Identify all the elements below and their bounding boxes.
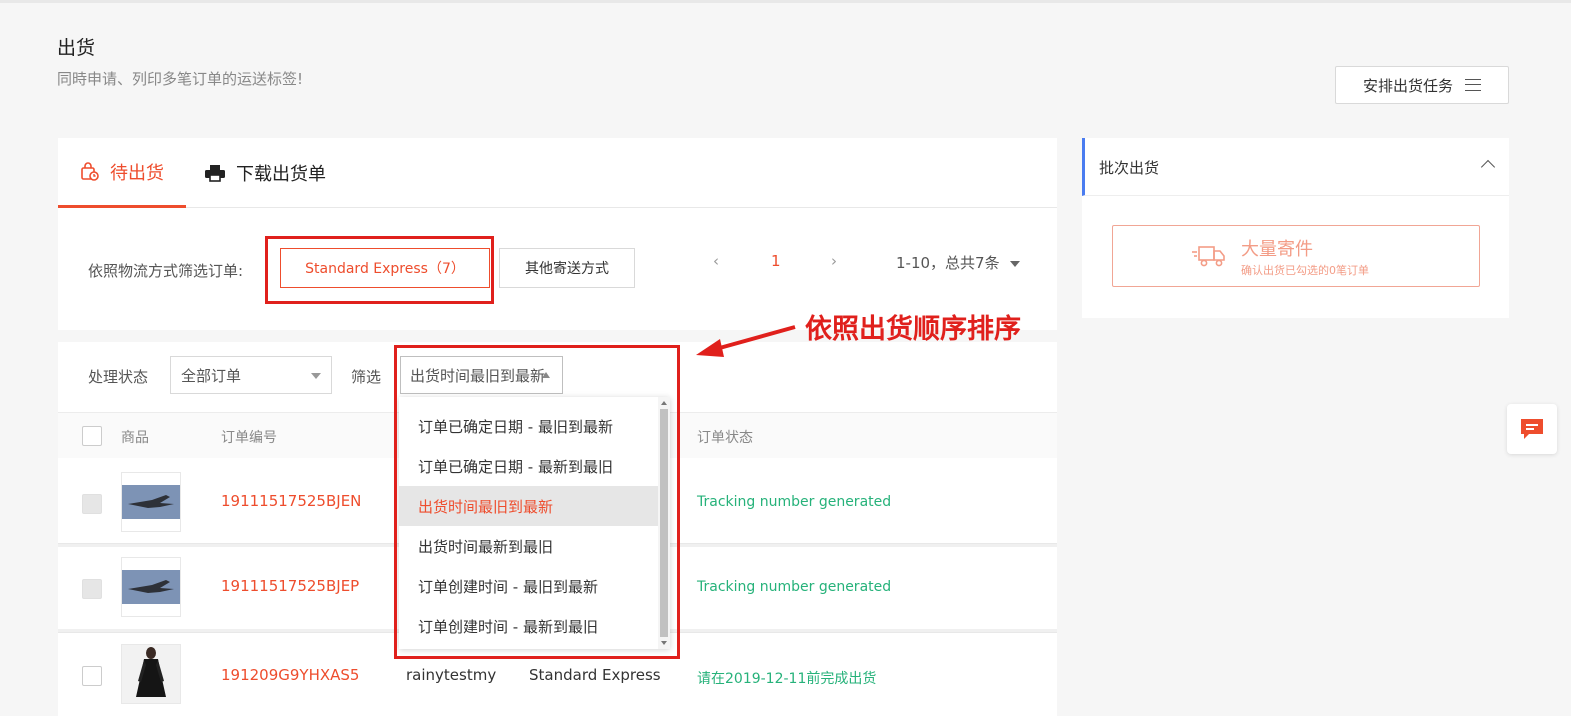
carrier-other-button[interactable]: 其他寄送方式 — [499, 248, 635, 288]
page-subtitle: 同時申请、列印多笔订单的运送标签! — [57, 70, 304, 88]
chat-icon — [1521, 419, 1543, 439]
truck-icon — [1192, 246, 1225, 267]
shipping-method: Standard Express — [529, 666, 661, 684]
carrier-filter-label: 依照物流方式筛选订单: — [88, 262, 244, 280]
tab-to-ship[interactable]: 待出货 — [58, 138, 186, 208]
status-filter-label: 处理状态 — [88, 368, 149, 386]
highlight-box-sort — [394, 345, 680, 659]
order-status: Tracking number generated — [697, 579, 892, 595]
batch-shipment-panel: 批次出货 大量寄件 确认出货已勾选的0笔订单 — [1082, 138, 1509, 318]
product-thumbnail[interactable] — [121, 557, 181, 617]
row-checkbox[interactable] — [82, 666, 102, 686]
batch-shipment-header[interactable]: 批次出货 — [1082, 138, 1509, 196]
select-all-checkbox[interactable] — [82, 426, 102, 446]
bulk-ship-button[interactable]: 大量寄件 确认出货已勾选的0笔订单 — [1112, 225, 1480, 287]
column-product: 商品 — [121, 430, 149, 446]
menu-icon — [1465, 79, 1481, 91]
top-border — [0, 0, 1571, 3]
airplane-image — [122, 570, 180, 604]
caret-down-icon — [311, 373, 321, 379]
arrange-shipment-button[interactable]: 安排出货任务 — [1335, 66, 1509, 104]
buyer-name: rainytestmy — [406, 666, 497, 684]
arrange-shipment-label: 安排出货任务 — [1362, 76, 1453, 95]
order-id-link[interactable]: 19111517525BJEN — [221, 492, 361, 510]
status-filter-value: 全部订单 — [181, 366, 242, 385]
pagination-range-label: 1-10，总共7条 — [896, 254, 1000, 272]
chat-button[interactable] — [1507, 404, 1557, 454]
bulk-ship-title: 大量寄件 — [1241, 239, 1313, 260]
product-thumbnail[interactable] — [121, 472, 181, 532]
pagination-next-button[interactable]: › — [831, 252, 837, 270]
column-order-id: 订单编号 — [221, 430, 277, 446]
highlight-box-carrier — [265, 236, 494, 304]
row-checkbox[interactable] — [82, 579, 102, 599]
bulk-ship-subtitle: 确认出货已勾选的0笔订单 — [1241, 264, 1369, 277]
caret-down-icon — [1010, 260, 1021, 267]
airplane-image — [122, 485, 180, 519]
annotation-arrow-icon — [696, 325, 796, 357]
order-id-link[interactable]: 191209G9YHXAS5 — [221, 666, 359, 684]
dress-image — [122, 645, 180, 703]
pagination-current-page[interactable]: 1 — [771, 252, 781, 270]
annotation-text: 依照出货顺序排序 — [805, 314, 1021, 345]
order-status: Tracking number generated — [697, 494, 892, 510]
printer-icon — [205, 165, 225, 182]
pagination-prev-button[interactable]: ‹ — [713, 252, 719, 270]
tab-download-shipping[interactable]: 下载出货单 — [204, 138, 326, 208]
column-order-status: 订单状态 — [697, 430, 753, 446]
sort-filter-label: 筛选 — [351, 368, 382, 386]
tab-bar: 待出货 下载出货单 — [58, 138, 1057, 208]
order-id-link[interactable]: 19111517525BJEP — [221, 577, 359, 595]
order-status: 请在2019-12-11前完成出货 — [697, 671, 877, 687]
status-filter-select[interactable]: 全部订单 — [170, 356, 332, 394]
row-checkbox[interactable] — [82, 494, 102, 514]
package-icon — [81, 161, 99, 181]
batch-shipment-title: 批次出货 — [1099, 159, 1160, 177]
tab-to-ship-label: 待出货 — [110, 162, 164, 184]
chevron-up-icon[interactable] — [1480, 159, 1496, 175]
pagination-range-select[interactable]: 1-10，总共7条 — [896, 252, 1021, 273]
product-thumbnail[interactable] — [121, 644, 181, 704]
page-title: 出货 — [57, 37, 96, 59]
tab-download-label: 下载出货单 — [236, 164, 326, 185]
